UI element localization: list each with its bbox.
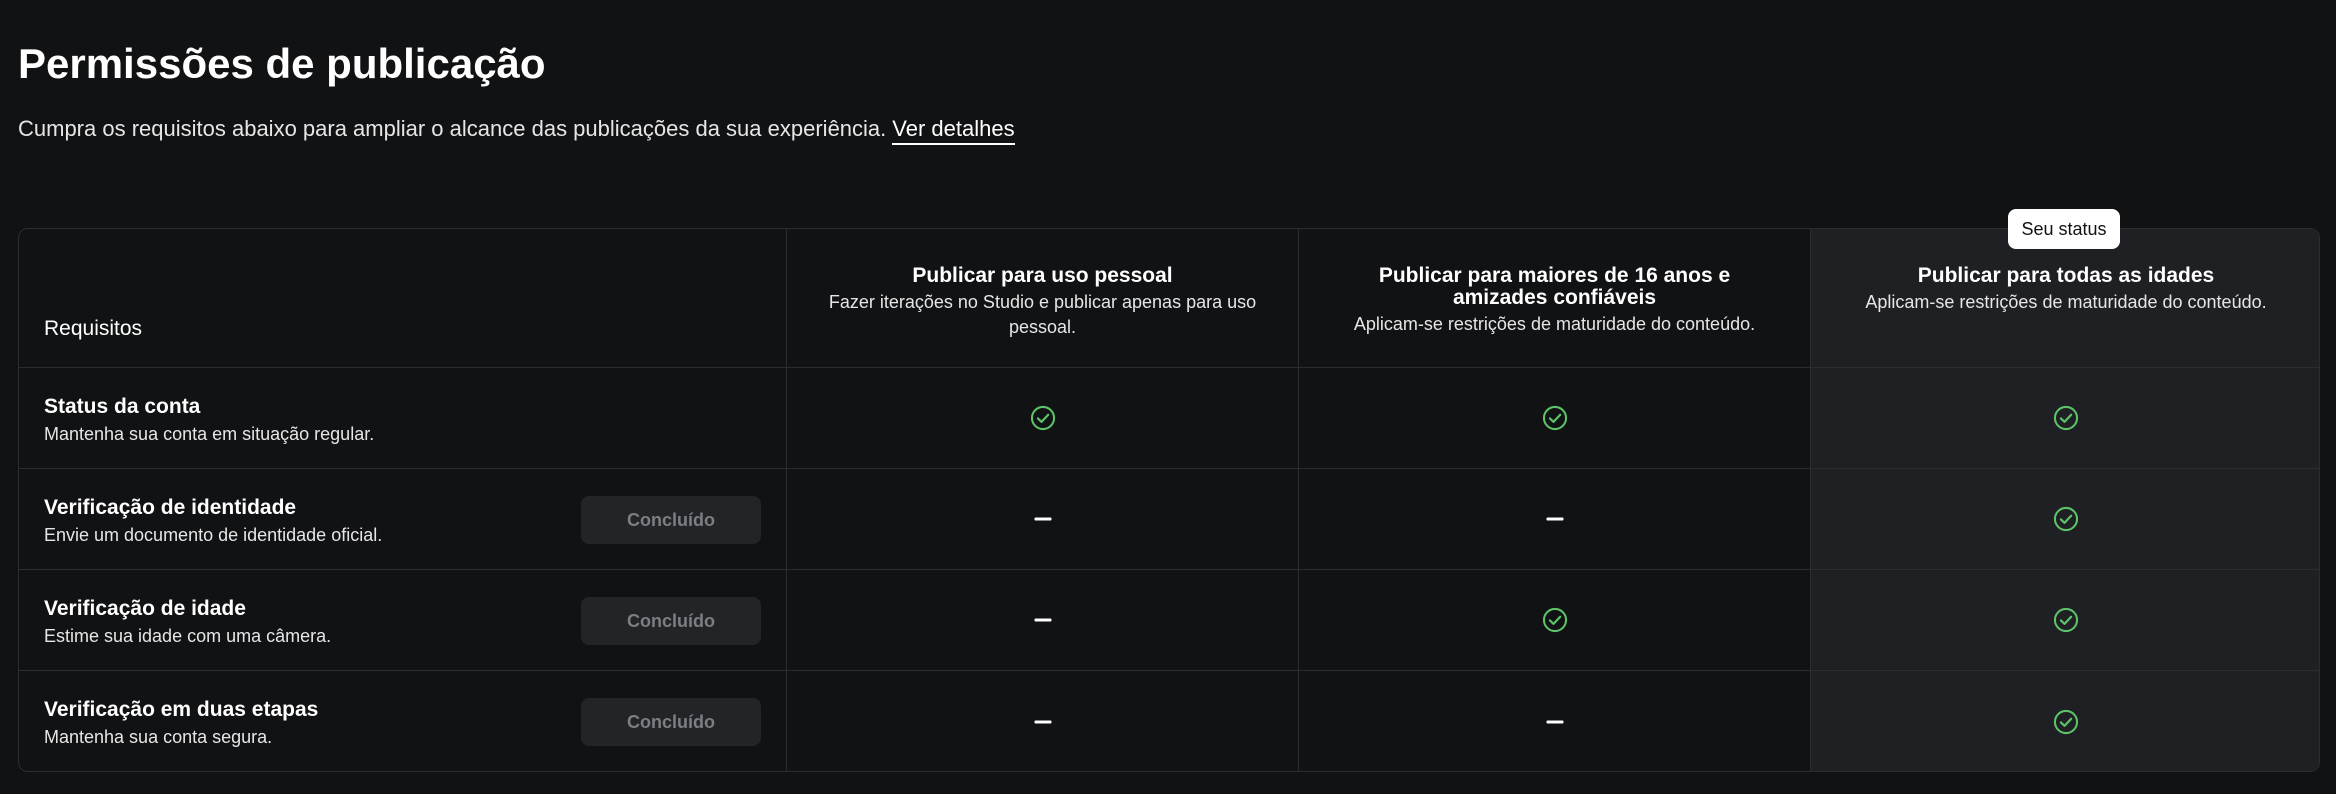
table-row: Verificação de identidade Envie um docum… bbox=[19, 469, 2319, 570]
status-cell bbox=[1810, 570, 2319, 670]
column-header-personal: Publicar para uso pessoal Fazer iteraçõe… bbox=[786, 229, 1298, 367]
details-link[interactable]: Ver detalhes bbox=[892, 116, 1015, 145]
status-cell bbox=[1298, 368, 1810, 468]
requirement-description: Mantenha sua conta segura. bbox=[44, 727, 273, 747]
permissions-table: Requisitos Publicar para uso pessoal Faz… bbox=[18, 228, 2320, 772]
requirement-name: Verificação em duas etapas bbox=[44, 698, 319, 721]
column-description: Aplicam-se restrições de maturidade do c… bbox=[1353, 314, 1756, 334]
check-icon bbox=[2053, 405, 2079, 431]
column-title: Publicar para todas as idades bbox=[1917, 264, 2215, 287]
requirements-header-cell: Requisitos bbox=[19, 229, 786, 367]
dash-icon bbox=[1546, 517, 1563, 521]
page-title: Permissões de publicação bbox=[18, 40, 546, 87]
requirement-cell: Status da conta Mantenha sua conta em si… bbox=[19, 368, 786, 468]
requirement-description: Estime sua idade com uma câmera. bbox=[44, 626, 332, 646]
requirements-header: Requisitos bbox=[44, 317, 143, 340]
dash-icon bbox=[1546, 720, 1563, 723]
requirement-name: Verificação de identidade bbox=[44, 496, 297, 519]
dash-icon bbox=[1034, 618, 1051, 622]
column-header-16plus: Publicar para maiores de 16 anos e amiza… bbox=[1298, 229, 1810, 367]
status-cell bbox=[1810, 469, 2319, 569]
your-status-badge: Seu status bbox=[2008, 209, 2120, 249]
column-description: Fazer iterações no Studio e publicar ape… bbox=[828, 292, 1257, 337]
requirement-name: Verificação de idade bbox=[44, 597, 246, 620]
check-icon bbox=[1030, 405, 1056, 431]
status-cell bbox=[786, 671, 1298, 771]
subtitle-text: Cumpra os requisitos abaixo para ampliar… bbox=[18, 116, 887, 141]
status-cell bbox=[1298, 671, 1810, 771]
requirement-cell: Verificação de identidade Envie um docum… bbox=[19, 469, 786, 569]
dash-icon bbox=[1034, 517, 1051, 521]
page-subtitle: Cumpra os requisitos abaixo para ampliar… bbox=[18, 113, 1015, 145]
requirement-description: Mantenha sua conta em situação regular. bbox=[44, 424, 375, 444]
status-cell bbox=[1810, 368, 2319, 468]
table-row: Verificação de idade Estime sua idade co… bbox=[19, 570, 2319, 671]
identity-verification-completed-button[interactable]: Concluído bbox=[581, 496, 761, 544]
age-verification-completed-button[interactable]: Concluído bbox=[581, 597, 761, 645]
column-title: Publicar para uso pessoal bbox=[912, 264, 1173, 287]
status-cell bbox=[786, 570, 1298, 670]
requirement-cell: Verificação de idade Estime sua idade co… bbox=[19, 570, 786, 670]
requirement-cell: Verificação em duas etapas Mantenha sua … bbox=[19, 671, 786, 771]
check-icon bbox=[2053, 506, 2079, 532]
table-row: Status da conta Mantenha sua conta em si… bbox=[19, 368, 2319, 469]
table-row: Verificação em duas etapas Mantenha sua … bbox=[19, 671, 2319, 771]
status-cell bbox=[786, 469, 1298, 569]
status-cell bbox=[786, 368, 1298, 468]
column-title: Publicar para maiores de 16 anos e amiza… bbox=[1378, 264, 1731, 309]
column-header-all-ages: Publicar para todas as idades Aplicam-se… bbox=[1810, 229, 2319, 367]
status-cell bbox=[1810, 671, 2319, 771]
check-icon bbox=[1542, 607, 1568, 633]
table-header-row: Requisitos Publicar para uso pessoal Faz… bbox=[19, 229, 2319, 368]
check-icon bbox=[2053, 709, 2079, 735]
requirement-description: Envie um documento de identidade oficial… bbox=[44, 525, 383, 545]
two-step-verification-completed-button[interactable]: Concluído bbox=[581, 698, 761, 746]
requirement-name: Status da conta bbox=[44, 395, 201, 418]
column-description: Aplicam-se restrições de maturidade do c… bbox=[1865, 292, 2267, 312]
check-icon bbox=[1542, 405, 1568, 431]
status-cell bbox=[1298, 570, 1810, 670]
dash-icon bbox=[1034, 720, 1051, 723]
publishing-permissions-page: Permissões de publicação Cumpra os requi… bbox=[0, 0, 2336, 794]
check-icon bbox=[2053, 607, 2079, 633]
status-cell bbox=[1298, 469, 1810, 569]
